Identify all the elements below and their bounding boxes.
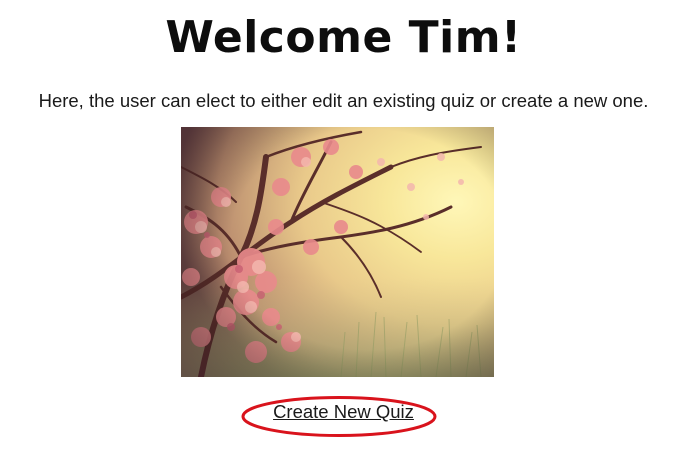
- blossom-tree-image: [181, 127, 494, 377]
- page-title: Welcome Tim!: [165, 12, 522, 63]
- intro-description: Here, the user can elect to either edit …: [38, 90, 649, 111]
- create-new-quiz-link[interactable]: Create New Quiz: [273, 401, 414, 422]
- blossom-tree-illustration: [181, 127, 494, 377]
- create-quiz-link-row: Create New Quiz: [0, 400, 687, 424]
